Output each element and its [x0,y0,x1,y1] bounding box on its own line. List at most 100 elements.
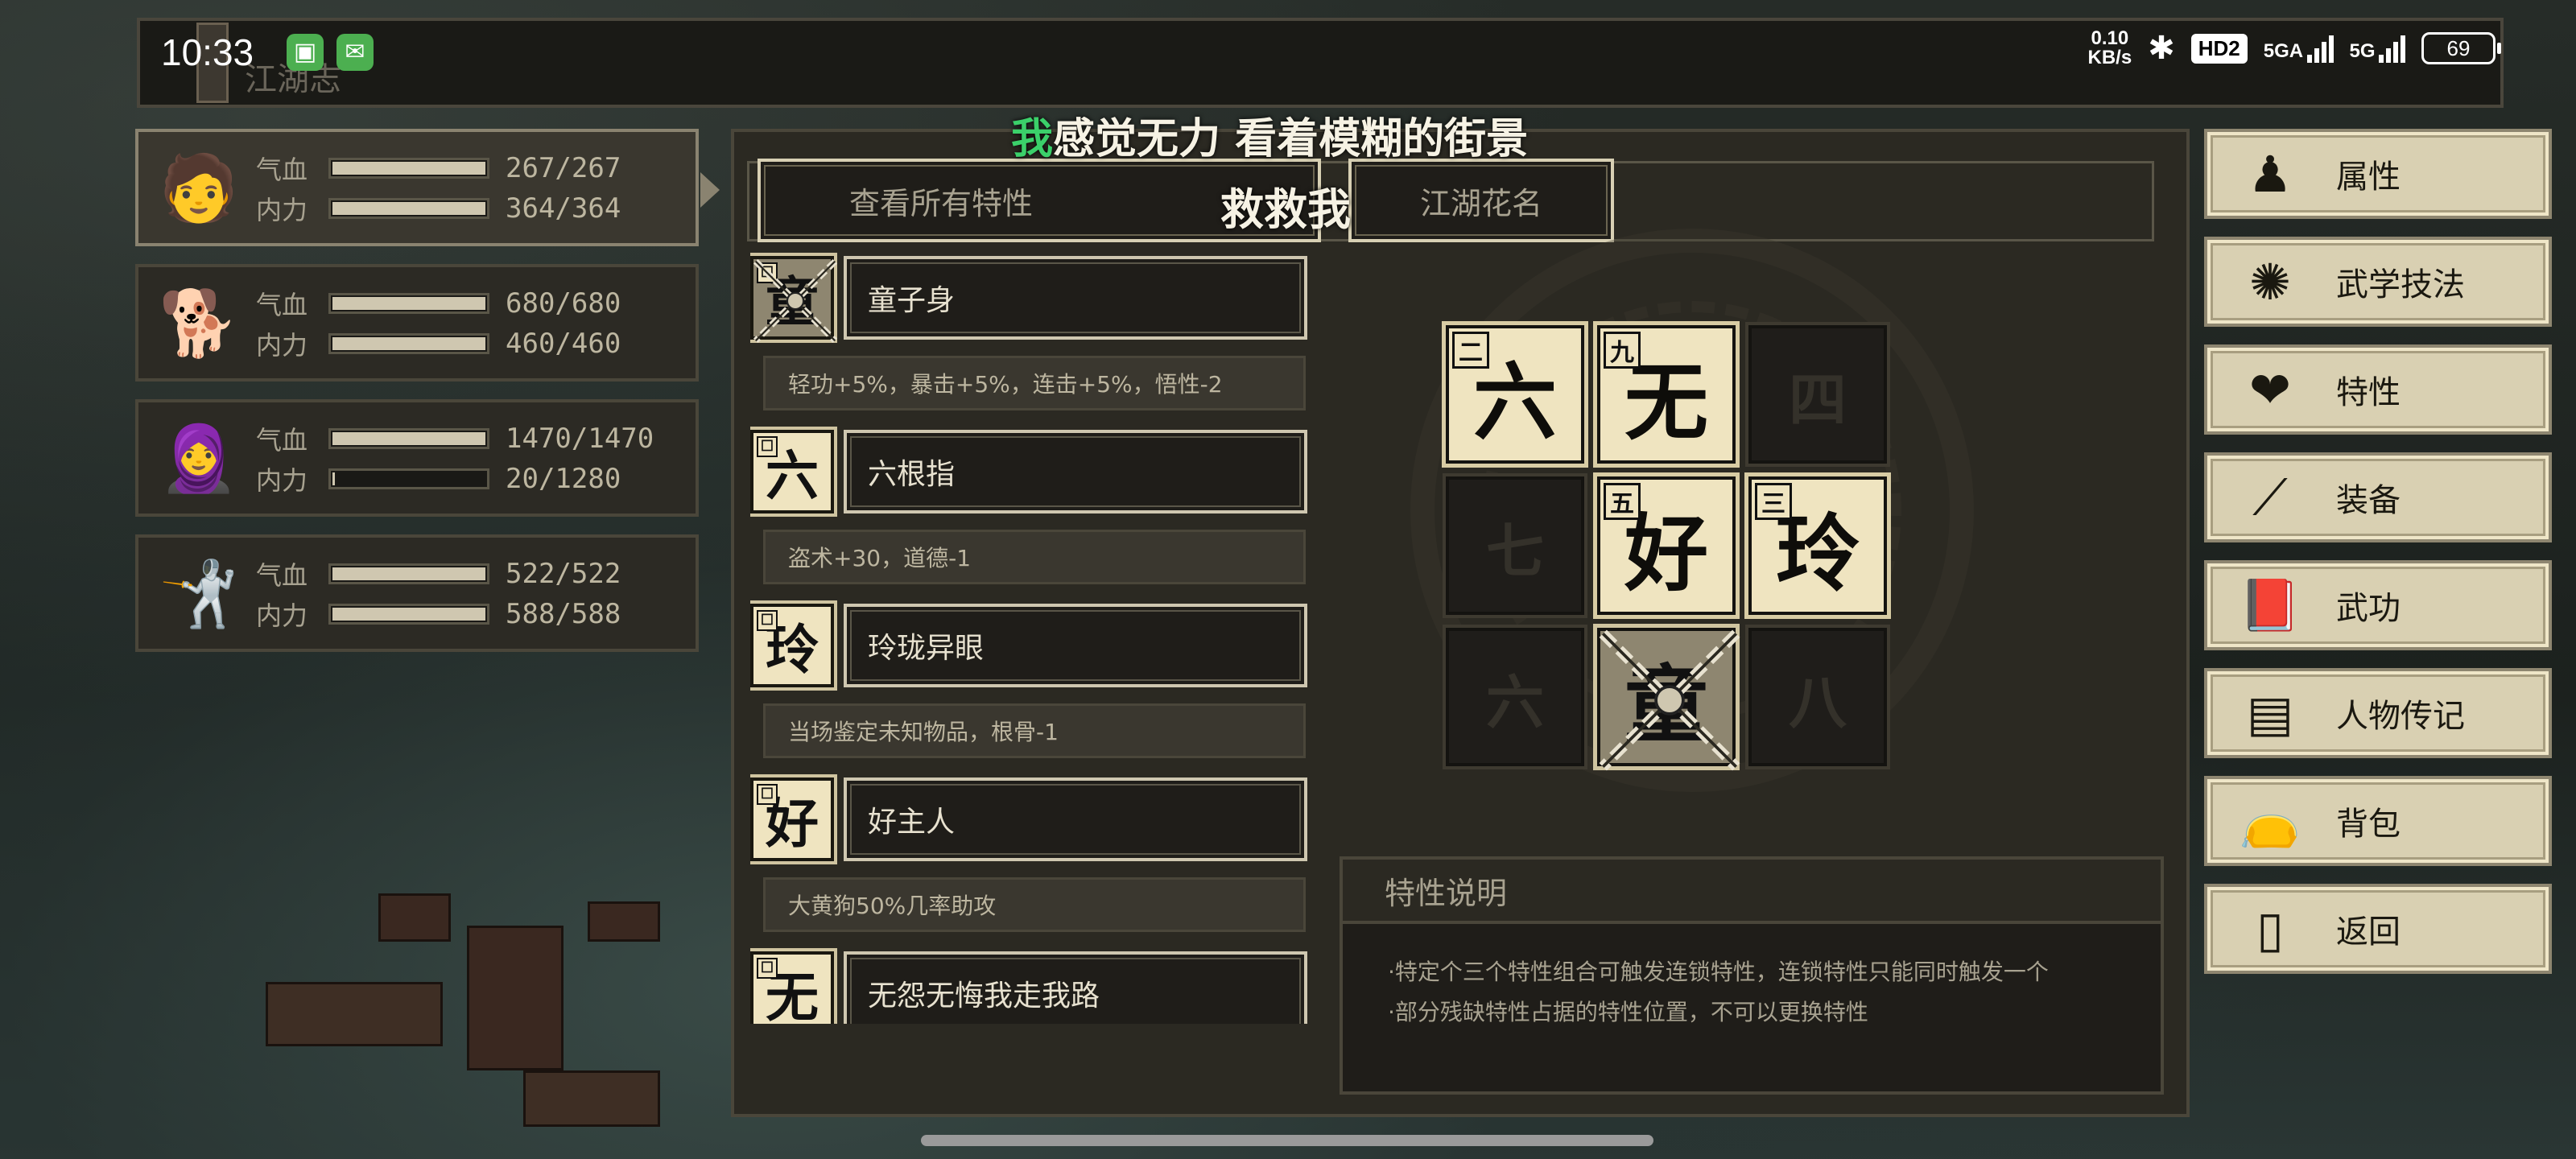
trait-name[interactable]: 好主人 [844,777,1307,861]
door-icon: ▯ [2256,899,2285,959]
mp-value: 588/588 [506,598,621,630]
trait-list[interactable]: ☐ 童童子身 轻功+5%，暴击+5%，连击+5%，悟性-2 ☐ 六六根指 盗术+30，道德… [750,251,1314,1024]
trait-list-item[interactable]: ☐ 童童子身轻功+5%，暴击+5%，连击+5%，悟性-2 [750,251,1314,425]
hp-value: 680/680 [506,287,621,320]
trait-name[interactable]: 玲珑异眼 [844,604,1307,687]
trait-grid: 二六九无四七五好三玲六童八 [1446,325,1900,779]
trait-grid-slot[interactable]: 六 [1446,628,1584,766]
martial-skill-icon: ✺ [2249,252,2291,311]
trait-list-item[interactable]: ☐ 六六根指 盗术+30，道德-1 [750,425,1314,599]
trait-description: 大黄狗50%几率助攻 [763,877,1306,932]
hp-bar-fill [332,567,485,580]
mp-bar [328,468,489,489]
menu-button-book[interactable]: 📕 武功 [2204,560,2552,650]
trait-grid-slot[interactable]: 三玲 [1748,476,1887,615]
background-boat [266,982,443,1046]
trait-slot-marker-icon: ☐ [757,610,778,631]
trait-slot-marker-icon: ☐ [757,436,778,457]
hp-bar-fill [332,432,485,445]
mp-bar-fill [332,472,336,485]
party-member-card[interactable]: 🤺 气血 522/522 内力 588/588 [135,534,699,652]
fighter-avatar: 🤺 [159,556,239,631]
menu-button-label: 返回 [2336,914,2401,951]
mp-bar [328,604,489,625]
slot-character: 六 [1485,667,1544,736]
trait-list-item[interactable]: ☐ 好好主人 大黄狗50%几率助攻 [750,773,1314,947]
person-icon: ♟ [2248,144,2293,204]
hp-stat: 气血 1470/1470 [256,420,654,457]
hp-bar [328,563,489,584]
wechat-icon: ✉ [336,34,374,71]
tab-nickname[interactable]: 江湖花名 [1348,159,1614,242]
signal-bars-icon [2306,34,2334,63]
hp-bar-fill [332,297,485,310]
bluetooth-icon: ✱ [2148,31,2175,66]
lyric-line-2: 救救我 [1220,184,1351,235]
trait-grid-slot[interactable]: 九无 [1597,325,1736,464]
trait-list-item[interactable]: ☐ 玲玲珑异眼 当场鉴定未知物品，根骨-1 [750,599,1314,773]
hp-bar [328,158,489,179]
trait-glyph-tile: ☐ 无 [750,951,834,1024]
menu-button-trait-heart[interactable]: ❤ 特性 [2204,344,2552,435]
slot-number-tag: 九 [1604,332,1641,369]
menu-button-sword[interactable]: ⟋ 装备 [2204,452,2552,542]
mp-label: 内力 [256,330,308,361]
mp-label: 内力 [256,600,308,631]
hp-bar [328,428,489,449]
menu-button-label: 背包 [2336,806,2401,843]
trait-grid-slot[interactable]: 四 [1748,325,1887,464]
background-building [588,901,660,942]
trait-glyph-tile: ☐ 童 [750,256,834,340]
menu-button-bag[interactable]: 👝 背包 [2204,776,2552,866]
sword-icon: ⟋ [2252,468,2288,526]
trait-grid-slot[interactable]: 二六 [1446,325,1584,464]
mp-stat: 内力 588/588 [256,596,621,633]
menu-button-martial-skill[interactable]: ✺ 武学技法 [2204,237,2552,327]
hp-bar [328,293,489,314]
background-building [378,893,451,942]
mp-bar-fill [332,202,485,215]
home-indicator[interactable] [921,1135,1653,1146]
hp-label: 气血 [256,425,308,456]
signal-5ga: 5GA [2264,34,2334,63]
trait-name[interactable]: 童子身 [844,256,1307,340]
menu-button-door[interactable]: ▯ 返回 [2204,884,2552,974]
menu-button-person[interactable]: ♟ 属性 [2204,129,2552,219]
hp-value: 1470/1470 [506,423,654,455]
signal-5g: 5G [2350,34,2405,63]
trait-name[interactable]: 无怨无悔我走我路 [844,951,1307,1024]
hp-value: 267/267 [506,152,621,184]
trait-grid-slot[interactable]: 八 [1748,628,1887,766]
trait-glyph-tile: ☐ 玲 [750,604,834,687]
menu-button-scroll[interactable]: ▤ 人物传记 [2204,668,2552,758]
hp-label: 气血 [256,290,308,320]
mp-stat: 内力 364/364 [256,190,621,227]
scroll-icon: ▤ [2246,683,2294,743]
slot-number-tag: 三 [1755,483,1792,520]
mp-value: 20/1280 [506,463,621,495]
trait-panel: 查看所有特性 江湖花名 ☐ 童童子身 轻功+5%，暴击+5%，连击+5%，悟性-2 ☐… [731,129,2190,1117]
trait-description: 轻功+5%，暴击+5%，连击+5%，悟性-2 [763,356,1306,410]
party-member-card[interactable]: 🐕 气血 680/680 内力 460/460 [135,264,699,382]
party-member-card[interactable]: 🧕 气血 1470/1470 内力 20/1280 [135,399,699,517]
system-status-bar: 10:33 ▣ ✉ 0.10 KB/s ✱ HD2 5GA 5G 69 [0,0,2576,105]
menu-button-label: 武学技法 [2336,266,2465,303]
signal-bars-icon [2379,34,2405,63]
menu-button-label: 属性 [2336,159,2401,196]
party-member-card[interactable]: 🧑 气血 267/267 内力 364/364 [135,129,720,246]
hp-stat: 气血 680/680 [256,285,621,322]
trait-grid-slot[interactable]: 七 [1446,476,1584,615]
trait-description: 盗术+30，道德-1 [763,530,1306,584]
trait-list-item[interactable]: ☐ 无无怨无悔我走我路 [750,947,1314,1024]
party-list: 🧑 气血 267/267 内力 364/364 🐕 气血 680/680 内力 460/460 🧕 气… [135,129,720,670]
monk-avatar: 🧕 [159,421,239,496]
trait-grid-slot[interactable]: 五好 [1597,476,1736,615]
trait-grid-slot[interactable]: 童 [1597,628,1740,771]
dog-avatar: 🐕 [159,286,239,361]
menu-button-label: 特性 [2336,374,2401,411]
trait-name[interactable]: 六根指 [844,430,1307,514]
menu-button-label: 装备 [2336,482,2401,519]
hp-label: 气血 [256,560,308,591]
status-time: 10:33 [161,31,254,73]
hp-label: 气血 [256,155,308,185]
